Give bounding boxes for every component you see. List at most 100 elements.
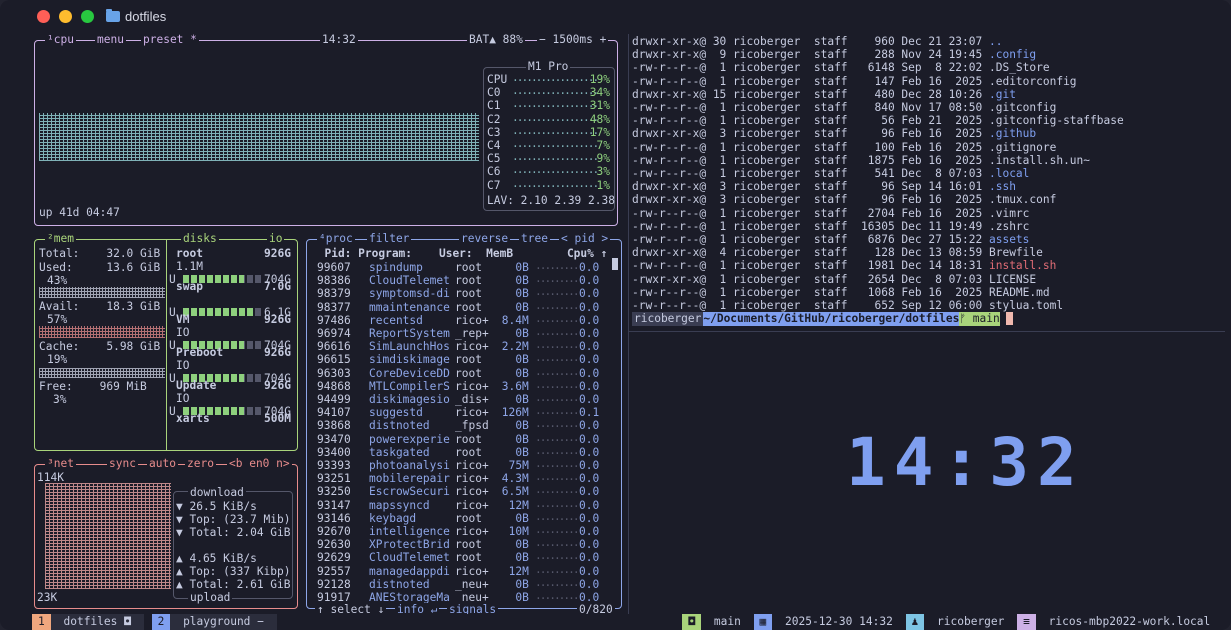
interval-control[interactable]: − 1500ms + (537, 33, 609, 47)
ls-filename[interactable]: .git (989, 88, 1016, 101)
process-mem: 126M (501, 406, 529, 420)
ls-filename[interactable]: .gitconfig-staffbase (989, 114, 1124, 127)
ls-filename[interactable]: .tmux.conf (989, 193, 1056, 206)
cpu-core-bar: .................. (512, 110, 599, 124)
ls-filename[interactable]: .gitignore (989, 141, 1056, 154)
ls-filename[interactable]: stylua.toml (989, 299, 1063, 312)
process-user: root (455, 300, 482, 314)
process-cpu-graph: ......... (535, 285, 580, 299)
ls-filename[interactable]: Brewfile (989, 246, 1043, 259)
process-pid: 92670 (317, 525, 351, 538)
window-2-index[interactable]: 2 (151, 614, 171, 630)
cpu-core-value: 3% (596, 165, 610, 179)
ls-row: -rw-r--r--@ 1 ricoberger staff 6148 Sep … (632, 61, 1124, 74)
sort-selector[interactable]: < pid > (559, 232, 611, 246)
process-mem: 0B (515, 366, 529, 380)
zoom-button[interactable] (81, 10, 94, 23)
preset-tab[interactable]: preset * (141, 33, 199, 47)
ls-filename[interactable]: .vimrc (989, 207, 1029, 220)
disk-name: VM (176, 313, 190, 326)
process-mem: 12M (508, 564, 529, 578)
horizontal-divider (629, 331, 1225, 332)
process-cpu-graph: ......... (535, 483, 580, 497)
window-2-tab[interactable]: playground − (170, 614, 277, 630)
ls-filename[interactable]: .. (989, 35, 1002, 48)
net-tab[interactable]: ³net (45, 457, 76, 471)
process-cpu: 0.0 (579, 300, 600, 314)
ls-filename[interactable]: .gitconfig (989, 101, 1056, 114)
process-user: root (455, 353, 482, 367)
close-button[interactable] (37, 10, 50, 23)
session-icon: ◘ (682, 614, 702, 630)
process-pid: 93868 (317, 419, 351, 433)
io-tab[interactable]: io (267, 232, 285, 246)
minimize-button[interactable] (59, 10, 72, 23)
ls-filename[interactable]: .zshrc (989, 220, 1029, 233)
process-user: rico+ (455, 406, 489, 420)
ls-filename[interactable]: README.md (989, 286, 1050, 299)
process-cpu: 0.0 (579, 459, 600, 472)
process-name: mapssyncd (369, 498, 430, 512)
ls-filename[interactable]: .github (989, 127, 1036, 140)
zero-toggle[interactable]: zero (185, 457, 216, 471)
ls-row: drwxr-xr-x@ 9 ricoberger staff 288 Nov 2… (632, 48, 1124, 61)
mem-tab[interactable]: ²mem (45, 232, 76, 246)
cpu-core-bar: .................. (512, 71, 599, 84)
process-pid: 98386 (317, 274, 351, 288)
process-mem: 0B (515, 538, 529, 552)
process-scrollbar[interactable] (612, 258, 618, 270)
window-1-tab[interactable]: dotfiles ◘ (50, 614, 144, 630)
cpu-core-value: 7% (596, 139, 610, 152)
process-user: _fpsd (455, 419, 489, 433)
process-user: root (455, 538, 482, 552)
process-cpu: 0.0 (579, 366, 600, 380)
ls-meta: drwxr-xr-x@ 3 ricoberger staff 96 Feb 16… (632, 193, 989, 207)
download-label: download (188, 486, 246, 500)
disk-used-prefix: U (169, 339, 176, 352)
process-cpu: 0.0 (579, 274, 600, 288)
ls-filename[interactable]: assets (989, 233, 1029, 246)
ls-meta: -rw-r--r--@ 1 ricoberger staff 1875 Feb … (632, 153, 989, 167)
interface-selector[interactable]: <b en0 n> (227, 457, 292, 471)
disks-tab[interactable]: disks (181, 232, 219, 246)
process-cpu: 0.0 (579, 327, 600, 340)
ls-filename[interactable]: .DS_Store (989, 61, 1050, 74)
tree-tab[interactable]: tree (519, 232, 550, 246)
ls-filename[interactable]: install.sh (989, 259, 1056, 272)
mem-avail: Avail: 18.3 GiB (39, 300, 161, 313)
cpu-tab[interactable]: ¹cpu (45, 33, 76, 47)
process-mem: 0B (515, 551, 529, 565)
ls-row: -rw-r--r--@ 1 ricoberger staff 652 Sep 1… (632, 299, 1124, 312)
process-cpu: 0.0 (579, 498, 600, 512)
process-user: _dis+ (455, 393, 489, 406)
disk-name: root (176, 247, 203, 260)
filter-tab[interactable]: filter (367, 232, 412, 246)
proc-tab[interactable]: ⁴proc (317, 232, 355, 246)
process-pid: 92630 (317, 538, 351, 552)
process-cpu-graph: ......... (535, 351, 580, 365)
ls-filename[interactable]: .editorconfig (989, 75, 1077, 88)
sync-toggle[interactable]: sync (107, 457, 138, 471)
download-rate: ▼ 26.5 KiB/s (176, 500, 257, 513)
process-user: _neu+ (455, 577, 489, 591)
process-pid: 93400 (317, 445, 351, 459)
cpu-core-bar: .................. (512, 84, 599, 98)
ls-meta: -rw-r--r--@ 1 ricoberger staff 2704 Feb … (632, 206, 989, 220)
ls-filename[interactable]: .local (989, 167, 1029, 180)
ls-filename[interactable]: .install.sh.un~ (989, 154, 1090, 167)
reverse-tab[interactable]: reverse (459, 232, 511, 246)
ls-filename[interactable]: LICENSE (989, 273, 1036, 286)
disk-used-prefix: U (169, 372, 176, 385)
ls-filename[interactable]: .ssh (989, 180, 1016, 193)
disk-io: IO (176, 392, 190, 405)
menu-tab[interactable]: menu (95, 33, 126, 47)
disk-size: 7.0G (264, 280, 291, 293)
process-pid: 96615 (317, 353, 351, 367)
disk-io: IO (176, 326, 190, 339)
ls-filename[interactable]: .config (989, 48, 1036, 61)
cpu-core-label: C6 (487, 165, 501, 179)
auto-toggle[interactable]: auto (147, 457, 178, 471)
window-1-index[interactable]: 1 (32, 614, 51, 630)
process-name: SimLaunchHos (369, 340, 450, 354)
cpu-core-bar: .................. (512, 137, 599, 150)
